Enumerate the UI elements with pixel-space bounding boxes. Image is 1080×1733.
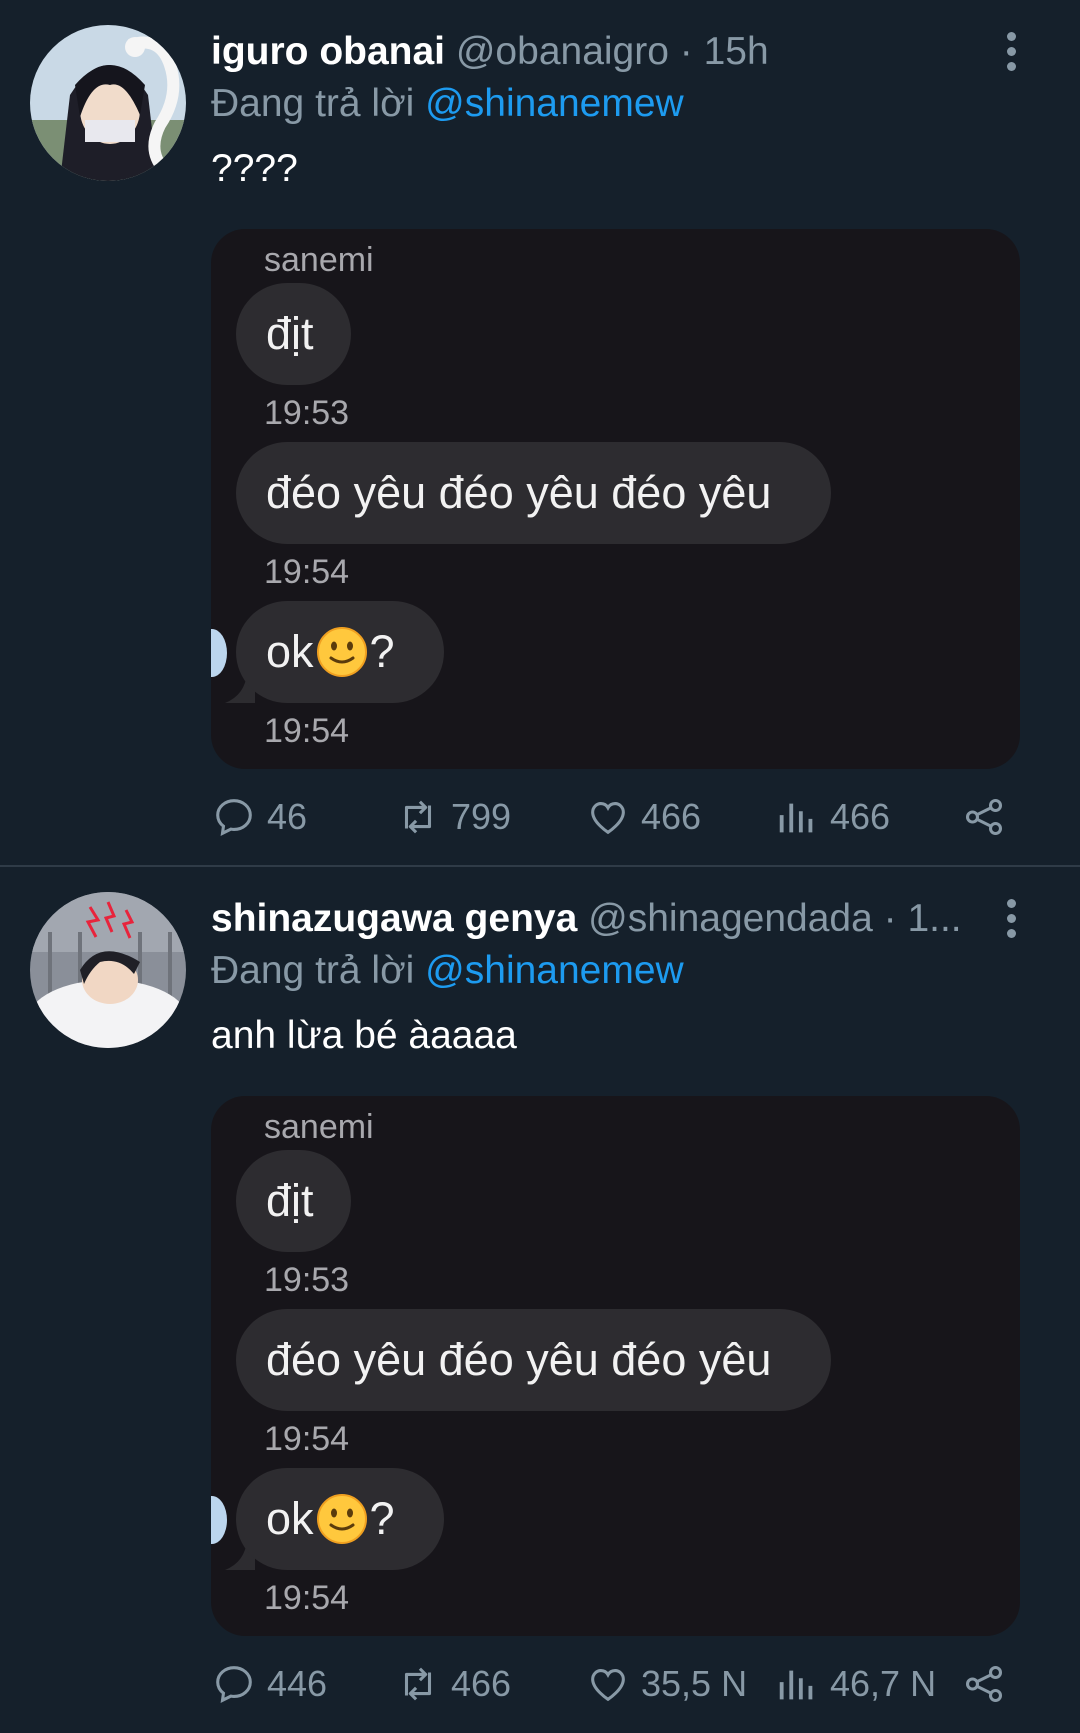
like-icon (591, 1669, 625, 1702)
author-line: iguro obanai @obanaigro · 15h (211, 29, 769, 75)
avatar[interactable] (30, 25, 186, 181)
chat-bubble: địt (236, 1150, 351, 1252)
views-icon (779, 803, 813, 833)
reply-mention[interactable]: @shinanemew (425, 949, 684, 992)
views-count: 466 (830, 796, 891, 837)
chat-message: ok (266, 1493, 314, 1544)
share-button[interactable] (961, 1658, 1007, 1710)
chat-bubble: địt (236, 283, 351, 385)
chat-message-suffix: ? (369, 626, 395, 677)
tweet-text: ???? (211, 147, 298, 190)
chat-avatar (211, 629, 227, 677)
like-button[interactable]: 466 (585, 791, 701, 843)
retweet-button[interactable]: 799 (395, 791, 511, 843)
author-line: shinazugawa genya @shinagendada · 1... (211, 896, 962, 942)
retweet-icon (404, 1667, 432, 1701)
avatar[interactable] (30, 892, 186, 1048)
chat-message: đéo yêu đéo yêu đéo yêu (266, 467, 772, 518)
views-icon (779, 1670, 813, 1700)
views-count: 46,7 N (830, 1663, 937, 1704)
more-icon[interactable] (1005, 899, 1017, 941)
chat-time: 19:53 (264, 394, 350, 432)
reply-icon (216, 799, 252, 836)
chat-sender: sanemi (264, 1108, 374, 1146)
slightly-smiling-emoji (316, 1494, 367, 1544)
chat-avatar (211, 1496, 227, 1544)
chat-screenshot[interactable]: sanemi địt 19:53 đéo yêu đéo yêu đéo yêu… (211, 1096, 1020, 1636)
reply-mention[interactable]: @shinanemew (425, 82, 684, 125)
tweet-actions: 46 799 466 466 (211, 791, 1031, 843)
share-icon (965, 1665, 1003, 1703)
author-handle-time[interactable]: @obanaigro · 15h (456, 30, 769, 73)
retweet-count: 799 (451, 796, 512, 837)
chat-bubble: đéo yêu đéo yêu đéo yêu (236, 442, 831, 544)
retweet-button[interactable]: 466 (395, 1658, 511, 1710)
tweet-text: anh lừa bé àaaaa (211, 1014, 517, 1057)
like-count: 35,5 N (641, 1663, 748, 1704)
tweet-actions: 446 466 35,5 N 46,7 N (211, 1658, 1031, 1710)
tweet[interactable]: shinazugawa genya @shinagendada · 1... Đ… (0, 867, 1080, 1733)
chat-time: 19:54 (264, 1579, 350, 1617)
chat-time: 19:54 (264, 553, 350, 591)
chat-time: 19:53 (264, 1261, 350, 1299)
reply-context: Đang trả lời @shinanemew (211, 948, 684, 994)
reply-count: 446 (267, 1663, 328, 1704)
chat-time: 19:54 (264, 1420, 350, 1458)
views-button[interactable]: 46,7 N (774, 1658, 936, 1710)
views-button[interactable]: 466 (774, 791, 890, 843)
author-handle-time[interactable]: @shinagendada · 1... (588, 897, 962, 940)
reply-prefix: Đang trả lời (211, 949, 426, 992)
tweet[interactable]: iguro obanai @obanaigro · 15h Đang trả l… (0, 0, 1080, 866)
avatar-image (30, 892, 186, 1048)
author-name[interactable]: shinazugawa genya (211, 897, 577, 940)
slightly-smiling-emoji (316, 627, 367, 677)
like-count: 466 (641, 796, 702, 837)
more-icon[interactable] (1005, 32, 1017, 74)
reply-count: 46 (267, 796, 308, 837)
author-name[interactable]: iguro obanai (211, 30, 445, 73)
retweet-icon (404, 800, 432, 834)
chat-bubble: ok ? (236, 1468, 444, 1570)
chat-bubble: đéo yêu đéo yêu đéo yêu (236, 1309, 831, 1411)
reply-button[interactable]: 46 (211, 791, 307, 843)
chat-message: địt (266, 1175, 314, 1226)
reply-icon (216, 1666, 252, 1703)
retweet-count: 466 (451, 1663, 512, 1704)
chat-sender: sanemi (264, 241, 374, 279)
chat-time: 19:54 (264, 712, 350, 750)
reply-prefix: Đang trả lời (211, 82, 426, 125)
reply-button[interactable]: 446 (211, 1658, 327, 1710)
chat-message: ok (266, 626, 314, 677)
chat-message: đéo yêu đéo yêu đéo yêu (266, 1334, 772, 1385)
like-icon (591, 802, 625, 835)
chat-message-suffix: ? (369, 1493, 395, 1544)
share-icon (965, 798, 1003, 836)
chat-message: địt (266, 308, 314, 359)
chat-screenshot[interactable]: sanemi địt 19:53 đéo yêu đéo yêu đéo yêu… (211, 229, 1020, 769)
share-button[interactable] (961, 791, 1007, 843)
reply-context: Đang trả lời @shinanemew (211, 81, 684, 127)
avatar-image (30, 25, 186, 181)
like-button[interactable]: 35,5 N (585, 1658, 747, 1710)
chat-bubble: ok ? (236, 601, 444, 703)
